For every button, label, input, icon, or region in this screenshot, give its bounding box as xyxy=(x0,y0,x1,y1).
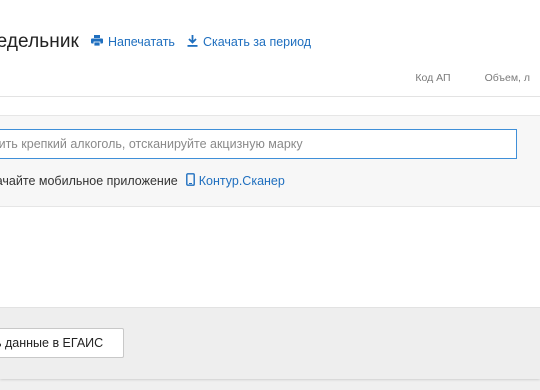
column-header-volume: Объем, л xyxy=(484,72,530,84)
download-period-label: Скачать за период xyxy=(202,35,312,49)
kontur-scanner-link[interactable]: Контур.Сканер xyxy=(185,173,285,189)
print-link[interactable]: Напечатать xyxy=(90,35,175,49)
download-period-link[interactable]: Скачать за период xyxy=(187,34,312,50)
send-to-egais-button[interactable]: ь данные в ЕГАИС xyxy=(0,328,124,358)
printer-icon xyxy=(90,35,108,49)
footer: ь данные в ЕГАИС xyxy=(0,307,540,379)
journal-card: недельник Напечатать Скачать за период xyxy=(0,0,540,379)
column-header-code: Код АП xyxy=(415,72,451,84)
table-header: Код АП Объем, л xyxy=(415,72,540,94)
download-icon xyxy=(187,34,203,50)
excise-scan-input[interactable] xyxy=(0,129,517,159)
mobile-app-row: качайте мобильное приложение Контур.Скан… xyxy=(0,173,285,189)
scan-panel: качайте мобильное приложение Контур.Скан… xyxy=(0,115,540,207)
kontur-scanner-label: Контур.Сканер xyxy=(198,174,285,188)
header-row: недельник Напечатать Скачать за период xyxy=(0,24,311,60)
page-title: недельник xyxy=(0,31,79,52)
phone-icon xyxy=(185,173,199,189)
divider xyxy=(0,96,540,97)
print-label: Напечатать xyxy=(107,35,175,49)
mobile-app-text: качайте мобильное приложение xyxy=(0,174,178,188)
